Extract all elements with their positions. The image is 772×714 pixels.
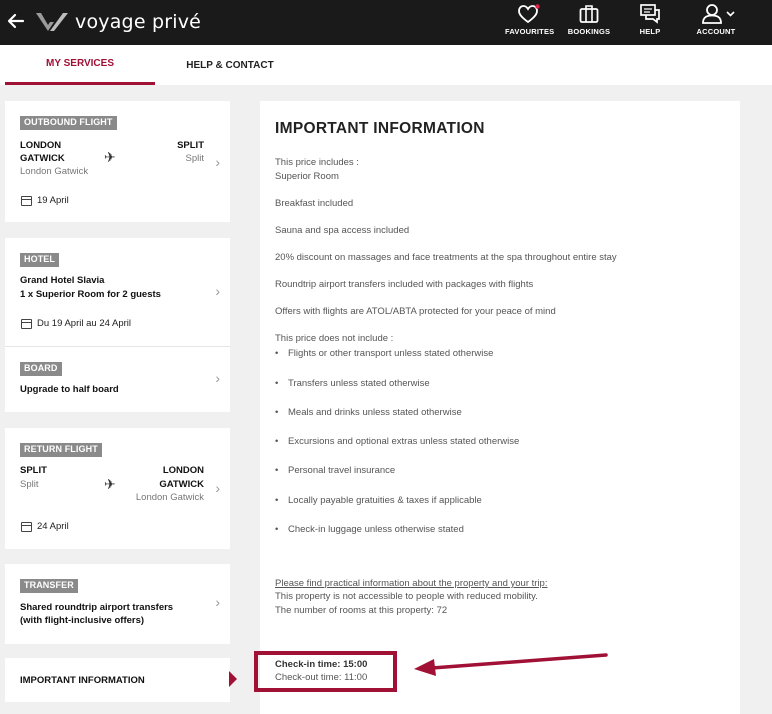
important-information-nav-label: IMPORTANT INFORMATION bbox=[20, 675, 145, 686]
calendar-icon bbox=[21, 319, 32, 329]
nav-account[interactable]: ACCOUNT bbox=[688, 3, 744, 43]
nav-bookings-label: BOOKINGS bbox=[567, 27, 611, 36]
transfer-line-2: (with flight-inclusive offers) bbox=[20, 615, 145, 626]
includes-item: Superior Room bbox=[275, 171, 339, 182]
chevron-right-icon: › bbox=[215, 594, 220, 610]
return-date: 24 April bbox=[37, 521, 69, 532]
back-arrow-icon[interactable] bbox=[6, 9, 26, 33]
brand-logo[interactable]: voyage privé bbox=[34, 7, 201, 37]
includes-item: Roundtrip airport transfers included wit… bbox=[275, 279, 534, 290]
return-to-name: London Gatwick bbox=[135, 492, 204, 503]
nav-help[interactable]: HELP bbox=[628, 3, 672, 43]
plane-icon: ✈ bbox=[104, 149, 116, 165]
logo-mark-icon bbox=[36, 13, 68, 31]
outbound-to-code: SPLIT bbox=[177, 140, 204, 151]
outbound-from-code: LONDON bbox=[20, 140, 62, 151]
outbound-to-name: Split bbox=[185, 153, 204, 164]
return-flight-card[interactable]: RETURN FLIGHT SPLIT Split ✈ LONDON GATWI… bbox=[5, 428, 230, 549]
chevron-right-icon: › bbox=[215, 370, 220, 386]
includes-item: Sauna and spa access included bbox=[275, 225, 410, 236]
includes-item: Breakfast included bbox=[275, 198, 354, 209]
tab-bar: MY SERVICES HELP & CONTACT bbox=[0, 45, 772, 85]
practical-info-heading: Please find practical information about … bbox=[275, 578, 548, 589]
hotel-badge: HOTEL bbox=[20, 253, 59, 267]
user-icon bbox=[702, 4, 735, 24]
excludes-item: • Flights or other transport unless state… bbox=[275, 348, 494, 359]
active-indicator-icon bbox=[229, 671, 237, 687]
suitcase-icon bbox=[579, 5, 599, 23]
return-flight-badge: RETURN FLIGHT bbox=[20, 443, 102, 457]
hotel-name: Grand Hotel Slavia bbox=[20, 275, 105, 286]
heart-icon bbox=[518, 4, 540, 24]
plane-icon: ✈ bbox=[104, 476, 116, 492]
outbound-date: 19 April bbox=[37, 195, 69, 206]
transfer-badge: TRANSFER bbox=[20, 579, 78, 593]
nav-help-label: HELP bbox=[639, 27, 661, 36]
excludes-item: • Personal travel insurance bbox=[275, 465, 396, 476]
includes-item: 20% discount on massages and face treatm… bbox=[275, 252, 617, 263]
rooms-count: The number of rooms at this property: 72 bbox=[275, 605, 448, 616]
excludes-item: • Meals and drinks unless stated otherwis… bbox=[275, 407, 462, 418]
excludes-item: • Locally payable gratuities & taxes if a… bbox=[275, 495, 482, 506]
outbound-flight-card[interactable]: OUTBOUND FLIGHT LONDON GATWICK London Ga… bbox=[5, 101, 230, 222]
chevron-right-icon: › bbox=[215, 154, 220, 170]
return-to-code: LONDON bbox=[162, 465, 204, 476]
excludes-item: • Transfers unless stated otherwise bbox=[275, 378, 430, 389]
chat-icon bbox=[640, 4, 660, 24]
tab-my-services[interactable]: MY SERVICES bbox=[5, 45, 155, 85]
excludes-item: • Excursions and optional extras unless s… bbox=[275, 436, 520, 447]
mobility-note: This property is not accessible to peopl… bbox=[275, 591, 538, 602]
tab-help-contact[interactable]: HELP & CONTACT bbox=[160, 45, 300, 85]
includes-item: Offers with flights are ATOL/ABTA protec… bbox=[275, 306, 556, 317]
outbound-flight-badge: OUTBOUND FLIGHT bbox=[20, 116, 117, 130]
calendar-icon bbox=[21, 196, 32, 206]
excludes-label: This price does not include : bbox=[275, 333, 394, 344]
chevron-right-icon: › bbox=[215, 283, 220, 299]
top-bar: voyage privé FAVOURITES BOOKINGS HELP AC… bbox=[0, 0, 772, 45]
hotel-room: 1 x Superior Room for 2 guests bbox=[20, 289, 161, 300]
board-card[interactable]: BOARD Upgrade to half board › bbox=[5, 347, 230, 412]
return-from-code: SPLIT bbox=[20, 465, 47, 476]
calendar-icon bbox=[21, 522, 32, 532]
nav-account-label: ACCOUNT bbox=[696, 27, 736, 36]
board-value: Upgrade to half board bbox=[20, 384, 119, 395]
nav-bookings[interactable]: BOOKINGS bbox=[566, 3, 612, 43]
panel-title: IMPORTANT INFORMATION bbox=[275, 120, 485, 137]
return-to-code-2: GATWICK bbox=[159, 479, 204, 490]
board-badge: BOARD bbox=[20, 362, 62, 376]
chevron-right-icon: › bbox=[215, 480, 220, 496]
nav-favourites[interactable]: FAVOURITES bbox=[505, 3, 555, 43]
highlight-box bbox=[254, 651, 397, 692]
excludes-item: • Check-in luggage unless otherwise state… bbox=[275, 524, 464, 535]
brand-name: voyage privé bbox=[75, 11, 202, 33]
annotation-arrow-icon bbox=[414, 653, 608, 676]
return-from-name: Split bbox=[20, 479, 39, 490]
nav-favourites-label: FAVOURITES bbox=[505, 27, 555, 36]
transfer-line-1: Shared roundtrip airport transfers bbox=[20, 602, 174, 613]
hotel-card[interactable]: HOTEL Grand Hotel Slavia 1 x Superior Ro… bbox=[5, 238, 230, 346]
hotel-dates: Du 19 April au 24 April bbox=[37, 318, 132, 329]
includes-label: This price includes : bbox=[275, 157, 359, 168]
outbound-from-code-2: GATWICK bbox=[20, 153, 65, 164]
outbound-from-name: London Gatwick bbox=[20, 166, 89, 177]
important-information-nav-item[interactable]: IMPORTANT INFORMATION bbox=[5, 658, 230, 702]
transfer-card[interactable]: TRANSFER Shared roundtrip airport transf… bbox=[5, 564, 230, 644]
